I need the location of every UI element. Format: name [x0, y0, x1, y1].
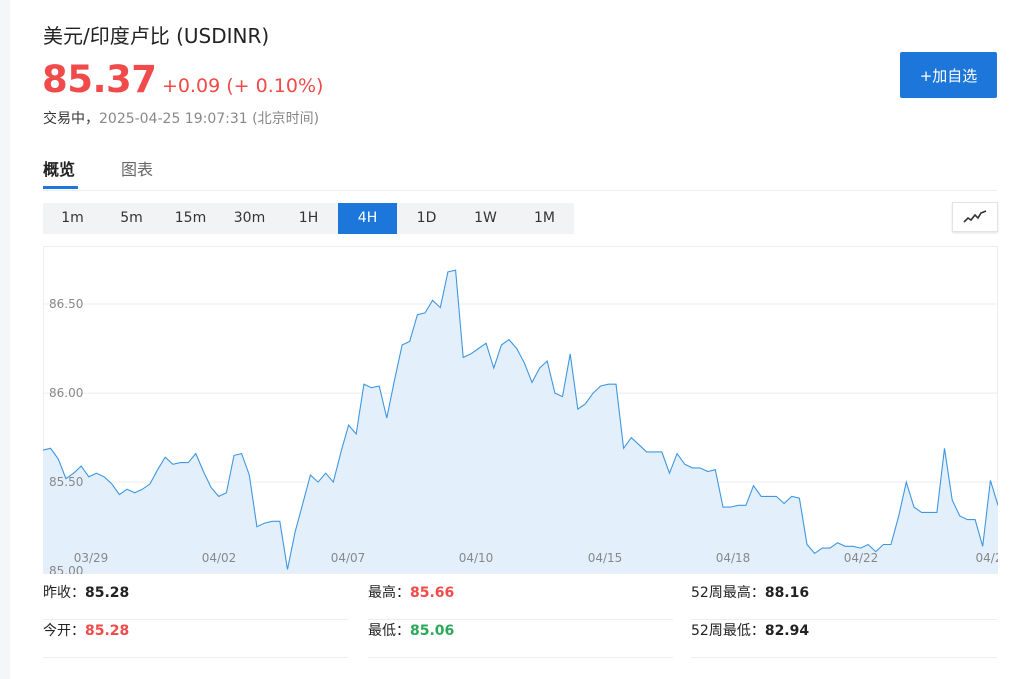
y-tick-label-2: 86.00 — [49, 386, 83, 400]
period-1mo[interactable]: 1M — [515, 203, 574, 234]
period-1d[interactable]: 1D — [397, 203, 456, 234]
period-30m[interactable]: 30m — [220, 203, 279, 234]
page-title: 美元/印度卢比 (USDINR) — [43, 24, 270, 48]
stat-low-value: 85.06 — [410, 623, 455, 639]
left-margin-strip — [0, 0, 10, 679]
y-tick-label-3: 86.50 — [49, 297, 83, 311]
stat-52w-low: 52周最低：82.94 — [691, 620, 997, 658]
x-tick-label-2: 04/07 — [331, 551, 366, 565]
stat-prev-close-label: 昨收： — [43, 585, 85, 601]
x-tick-label-4: 04/15 — [588, 551, 623, 565]
tab-overview[interactable]: 概览 — [43, 156, 75, 180]
stat-open-label: 今开： — [43, 623, 85, 639]
stat-high: 最高：85.66 — [368, 582, 673, 620]
x-tick-label-1: 04/02 — [202, 551, 237, 565]
timestamp: 2025-04-25 19:07:31 (北京时间) — [99, 111, 320, 127]
active-tab-indicator — [43, 186, 78, 189]
stat-52w-low-value: 82.94 — [764, 623, 810, 639]
y-tick-label-0: 85.00 — [49, 564, 83, 574]
period-4h[interactable]: 4H — [338, 203, 397, 234]
stat-open-value: 85.28 — [85, 623, 130, 639]
period-1h[interactable]: 1H — [279, 203, 338, 234]
stat-low: 最低：85.06 — [368, 620, 673, 658]
period-1m[interactable]: 1m — [43, 203, 102, 234]
x-tick-label-7: 04/2 — [976, 551, 998, 565]
tab-chart[interactable]: 图表 — [121, 156, 153, 180]
chart-type-button[interactable] — [952, 202, 998, 232]
price-chart[interactable]: 85.00 85.50 86.00 86.50 03/29 04/02 04/07 04/10… — [43, 246, 998, 574]
line-chart-icon — [963, 210, 987, 223]
period-5m[interactable]: 5m — [102, 203, 161, 234]
stat-open: 今开：85.28 — [43, 620, 348, 658]
stat-52w-low-label: 52周最低： — [691, 623, 765, 639]
current-price: 85.37 — [42, 58, 157, 101]
x-tick-label-3: 04/10 — [459, 551, 494, 565]
stat-high-value: 85.66 — [410, 585, 455, 601]
trading-status: 交易中，2025-04-25 19:07:31 (北京时间) — [43, 108, 319, 128]
period-1w[interactable]: 1W — [456, 203, 515, 234]
x-tick-label-0: 03/29 — [74, 551, 109, 565]
stat-low-label: 最低： — [368, 623, 410, 639]
stat-prev-close-value: 85.28 — [85, 585, 130, 601]
y-tick-label-1: 85.50 — [49, 475, 83, 489]
x-tick-label-6: 04/22 — [844, 551, 879, 565]
stat-52w-high-value: 88.16 — [764, 585, 810, 601]
x-tick-label-5: 04/18 — [716, 551, 751, 565]
tab-bar: 概览 图表 — [43, 148, 997, 191]
status-label: 交易中， — [43, 111, 99, 127]
price-change: +0.09 (+ 0.10%) — [162, 75, 324, 97]
stat-52w-high-label: 52周最高： — [691, 585, 765, 601]
period-selector: 1m 5m 15m 30m 1H 4H 1D 1W 1M — [43, 203, 574, 234]
stat-high-label: 最高： — [368, 585, 410, 601]
period-15m[interactable]: 15m — [161, 203, 220, 234]
add-to-watchlist-button[interactable]: +加自选 — [900, 52, 997, 98]
stat-prev-close: 昨收：85.28 — [43, 582, 348, 620]
stat-52w-high: 52周最高：88.16 — [691, 582, 997, 620]
